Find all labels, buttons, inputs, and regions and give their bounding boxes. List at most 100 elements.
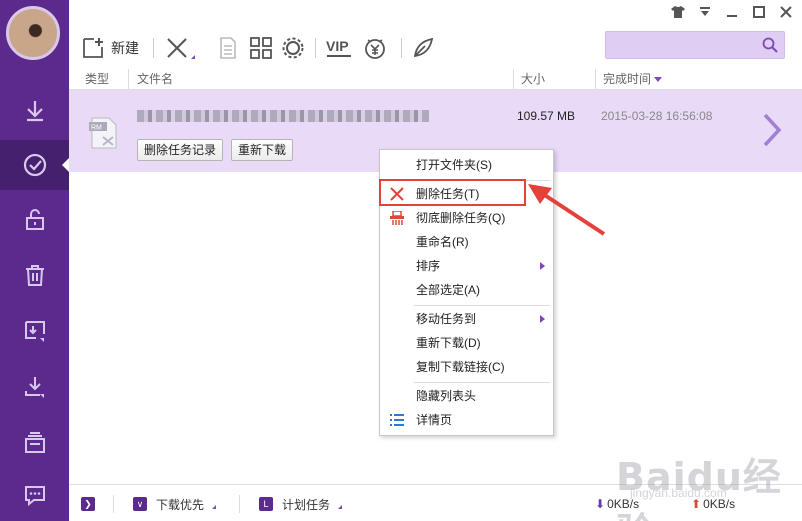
scheduled-task-button[interactable]: L 计划任务: [259, 495, 343, 513]
unlock-icon: [25, 209, 44, 230]
sidebar-downloading[interactable]: [0, 86, 69, 136]
chevron-right-icon[interactable]: [761, 112, 783, 151]
menu-move-task[interactable]: 移动任务到: [380, 308, 553, 330]
sidebar-downloads-folder[interactable]: [0, 362, 69, 412]
annotation-highlight-box: [379, 179, 526, 206]
menu-sort[interactable]: 排序: [380, 255, 553, 277]
tray-download-icon: [24, 377, 44, 398]
menu-dropdown-icon[interactable]: [697, 4, 713, 20]
close-icon[interactable]: [778, 4, 794, 20]
sidebar-private[interactable]: [0, 194, 69, 244]
gear-icon: [282, 37, 304, 59]
list-icon: [390, 414, 404, 426]
search-icon[interactable]: [762, 37, 778, 56]
sidebar: [0, 0, 69, 521]
toolbar-divider: [153, 38, 154, 58]
qr-code-button[interactable]: [249, 34, 273, 62]
search-box[interactable]: [605, 31, 785, 59]
window-controls: [670, 4, 794, 20]
vip-button[interactable]: VIP: [325, 34, 353, 62]
dropdown-triangle-icon: [191, 55, 195, 59]
new-file-icon: [83, 38, 103, 58]
search-input[interactable]: [606, 32, 756, 58]
sidebar-trash[interactable]: [0, 250, 69, 300]
menu-hide-header[interactable]: 隐藏列表头: [380, 385, 553, 407]
scheduled-task-label: 计划任务: [282, 497, 331, 512]
check-circle-icon: [23, 153, 46, 177]
menu-details[interactable]: 详情页: [380, 409, 553, 431]
status-divider: [113, 495, 114, 513]
menu-label: 隐藏列表头: [416, 389, 477, 403]
menu-redownload[interactable]: 重新下载(D): [380, 332, 553, 354]
maximize-icon[interactable]: [751, 4, 767, 20]
file-type-badge: RM: [91, 125, 102, 132]
minimize-icon[interactable]: [724, 4, 740, 20]
finish-time: 2015-03-28 16:56:08: [601, 109, 713, 123]
sidebar-messages[interactable]: [0, 470, 69, 520]
column-header: 类型 文件名 大小 完成时间: [69, 69, 802, 90]
document-button[interactable]: [216, 34, 240, 62]
vip-icon: VIP: [326, 38, 351, 57]
sidebar-cloud-download[interactable]: [0, 306, 69, 356]
menu-label: 排序: [416, 259, 441, 273]
download-arrow-icon: [26, 101, 43, 122]
yuan-piggy-icon: [365, 39, 385, 59]
money-button[interactable]: [363, 34, 387, 62]
chat-bubble-icon: [24, 486, 45, 507]
double-chevron-down-icon: ∨: [133, 497, 147, 511]
column-filename[interactable]: 文件名: [129, 69, 514, 90]
skin-shirt-icon[interactable]: [670, 4, 686, 20]
file-size: 109.57 MB: [517, 109, 576, 123]
qr-code-icon: [250, 37, 272, 59]
chevron-right-icon: ❯: [81, 497, 95, 511]
watermark: Baidu经验: [616, 455, 782, 521]
annotation-arrow-icon: [528, 184, 606, 236]
window-stack-icon: [24, 432, 45, 453]
toolbar-divider: [315, 38, 316, 58]
column-size[interactable]: 大小: [514, 69, 596, 90]
float-window-button[interactable]: [411, 34, 435, 62]
menu-copy-link[interactable]: 复制下载链接(C): [380, 356, 553, 378]
box-download-icon: [24, 321, 45, 342]
menu-divider: [414, 382, 550, 383]
menu-label: 重命名(R): [416, 235, 469, 249]
avatar[interactable]: [6, 6, 60, 60]
toolbar-divider: [401, 38, 402, 58]
sort-desc-icon: [654, 77, 663, 83]
menu-label: 打开文件夹(S): [416, 158, 492, 172]
new-task-label: 新建: [111, 40, 139, 56]
status-divider: [239, 495, 240, 513]
scheduled-l-icon: L: [259, 497, 273, 511]
menu-divider: [414, 305, 550, 306]
document-icon: [220, 37, 236, 59]
menu-label: 复制下载链接(C): [416, 360, 505, 374]
redownload-button[interactable]: 重新下载: [231, 139, 294, 161]
new-task-button[interactable]: 新建: [81, 34, 139, 62]
column-type[interactable]: 类型: [69, 69, 129, 90]
sidebar-completed[interactable]: [0, 140, 69, 190]
rm-file-icon: RM: [89, 117, 119, 149]
download-priority-label: 下载优先: [156, 497, 205, 512]
menu-open-folder[interactable]: 打开文件夹(S): [380, 154, 553, 176]
leaf-rocket-icon: [413, 37, 434, 58]
sidebar-apps[interactable]: [0, 418, 69, 468]
column-finish-time[interactable]: 完成时间: [596, 69, 802, 90]
column-finish-time-label: 完成时间: [603, 72, 652, 86]
delete-toolbar-button[interactable]: [165, 34, 195, 62]
dropdown-triangle-icon: [338, 505, 343, 509]
shredder-icon: [390, 211, 404, 225]
download-priority-button[interactable]: ∨ 下载优先: [133, 495, 217, 513]
menu-label: 重新下载(D): [416, 336, 481, 350]
svg-text:VIP: VIP: [326, 38, 349, 54]
delete-record-button[interactable]: 删除任务记录: [137, 139, 224, 161]
menu-select-all[interactable]: 全部选定(A): [380, 279, 553, 301]
sidebar-active-notch: [62, 158, 69, 172]
submenu-arrow-icon: [540, 262, 545, 270]
menu-label: 全部选定(A): [416, 283, 480, 297]
trash-icon: [25, 265, 44, 286]
menu-label: 彻底删除任务(Q): [416, 211, 506, 225]
speed-settings-button[interactable]: [281, 34, 305, 62]
collapse-panel-button[interactable]: ❯: [81, 495, 104, 513]
dropdown-triangle-icon: [212, 505, 217, 509]
down-arrow-icon: ⬇: [595, 497, 606, 511]
